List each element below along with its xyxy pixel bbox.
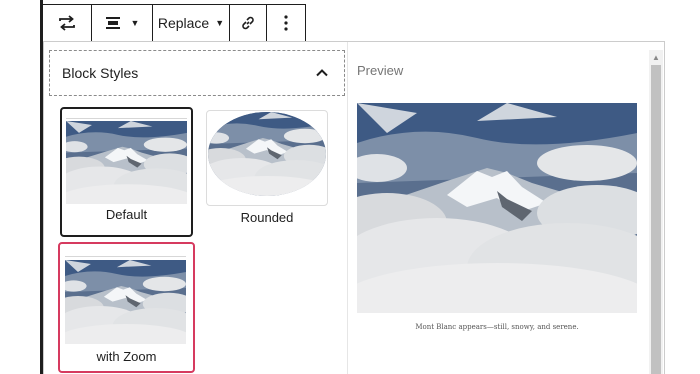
link-button[interactable] [230, 5, 267, 41]
chevron-up-icon [314, 65, 330, 81]
preview-label: Preview [357, 63, 404, 78]
vertical-ellipsis-icon [284, 15, 288, 31]
transform-button[interactable] [43, 5, 92, 41]
style-preview-thumbnail [208, 112, 326, 196]
preview-image [357, 103, 637, 313]
more-options-button[interactable] [267, 5, 305, 41]
style-option-with-zoom[interactable]: with Zoom [58, 242, 195, 373]
style-label: with Zoom [96, 349, 157, 364]
block-styles-header[interactable]: Block Styles [49, 50, 345, 96]
style-option-rounded[interactable]: Rounded [206, 110, 328, 240]
panel-title: Block Styles [62, 65, 139, 81]
style-preview-thumbnail [66, 121, 187, 204]
scroll-up-arrow-icon[interactable]: ▲ [649, 50, 663, 64]
style-label: Rounded [240, 210, 294, 225]
style-label: Default [105, 207, 148, 222]
block-styles-panel: Block Styles Default Rounded with Zoom [44, 42, 348, 374]
style-preview-thumbnail [65, 260, 186, 344]
caret-down-icon: ▼ [130, 17, 140, 28]
align-button[interactable]: ▼ [92, 5, 153, 41]
link-icon [240, 15, 256, 31]
block-toolbar: ▼ Replace ▼ [42, 4, 306, 42]
block-styles-popover: Block Styles Default Rounded with Zoom P… [43, 41, 665, 374]
arrows-loop-icon [57, 15, 77, 31]
caret-down-icon: ▼ [215, 17, 225, 28]
replace-label: Replace [157, 15, 210, 31]
scrollbar-thumb[interactable] [651, 65, 661, 374]
style-option-default[interactable]: Default [60, 107, 193, 237]
align-center-icon [105, 16, 121, 30]
image-caption: Mont Blanc appears—still, snowy, and ser… [415, 323, 579, 331]
replace-button[interactable]: Replace ▼ [153, 5, 230, 41]
scrollbar[interactable]: ▲ [649, 50, 663, 374]
